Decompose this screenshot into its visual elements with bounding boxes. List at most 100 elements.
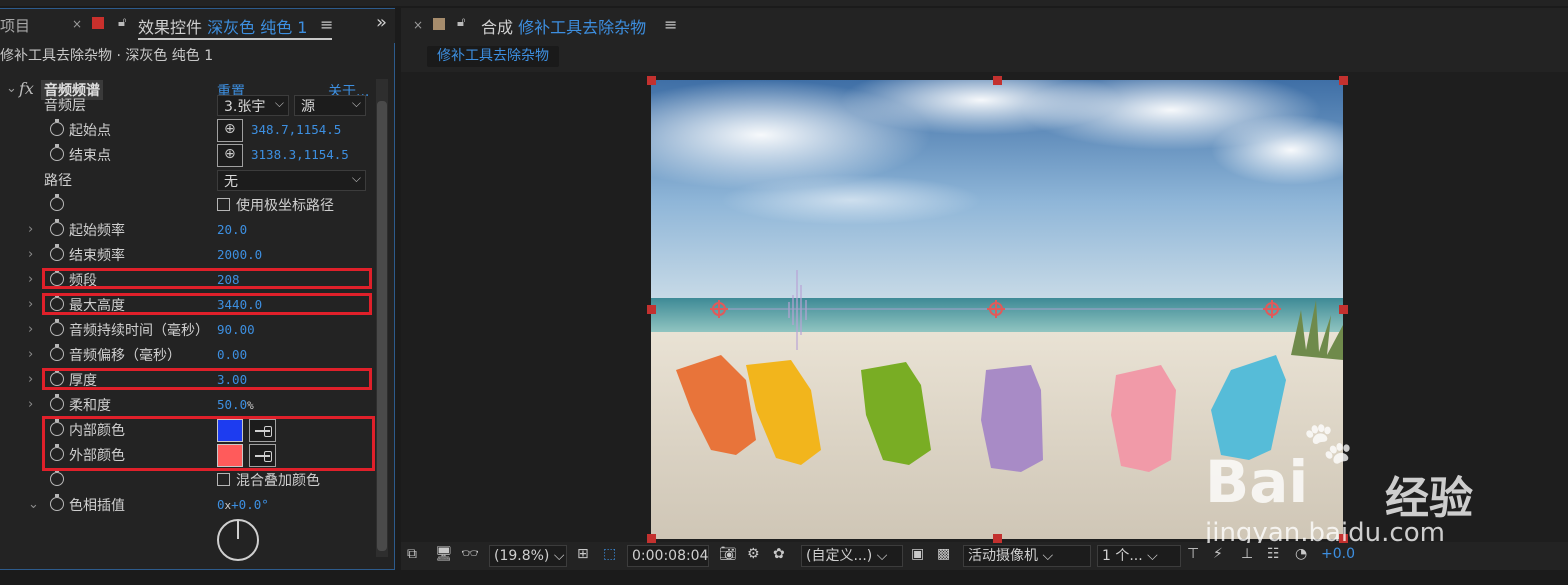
- end-point-value[interactable]: 3138.3,1154.5: [251, 147, 349, 162]
- checkerboard-icon[interactable]: ▩: [937, 546, 950, 562]
- lock-icon[interactable]: 🔓︎: [118, 15, 126, 30]
- chevron-right-icon[interactable]: ›: [28, 397, 33, 412]
- tab-effect-controls[interactable]: 效果控件 深灰色 纯色 1: [138, 14, 307, 38]
- chevron-right-icon[interactable]: ›: [28, 322, 33, 337]
- show-snapshot-icon[interactable]: ⚙︎: [747, 546, 760, 562]
- bottom-strip: [0, 571, 1568, 585]
- audio-layer-dropdown[interactable]: 3.张宇 ⌵: [217, 95, 289, 116]
- stopwatch-icon[interactable]: [50, 219, 64, 236]
- prop-end-point: 结束点 3138.3,1154.5: [0, 143, 372, 168]
- chevron-down-icon: ⌵: [351, 96, 361, 110]
- views-dropdown[interactable]: 1 个... ⌵: [1097, 545, 1181, 567]
- prop-label: 色相插值: [69, 498, 125, 514]
- audio-source-dropdown[interactable]: 源 ⌵: [294, 95, 366, 116]
- transform-handle[interactable]: [1339, 305, 1348, 314]
- stopwatch-icon[interactable]: [50, 469, 64, 486]
- prop-path: 路径 无 ⌵: [0, 168, 372, 193]
- crosshair-icon[interactable]: [217, 144, 243, 167]
- hue-interp-field[interactable]: 0x+0.0°: [217, 497, 269, 512]
- viewer-toolbar: ⧉ 🖥︎ 👓︎ (19.8%) ⌵ ⊞ ⬚ 0:00:08:04 📷︎ ⚙︎ ✿…: [401, 543, 1568, 570]
- close-icon[interactable]: ×: [72, 17, 82, 31]
- resolution-dropdown[interactable]: (自定义...) ⌵: [801, 545, 903, 567]
- monitor-icon[interactable]: 🖥︎: [435, 546, 453, 562]
- path-dropdown[interactable]: 无 ⌵: [217, 170, 366, 191]
- stopwatch-icon[interactable]: [50, 319, 64, 336]
- always-preview-icon[interactable]: ⧉: [407, 546, 417, 562]
- camera-value: 活动摄像机: [968, 548, 1038, 564]
- anchor-point-crosshair-icon[interactable]: [987, 300, 1005, 318]
- audio-offset-value[interactable]: 0.00: [217, 347, 247, 362]
- chevron-right-icon[interactable]: ›: [28, 297, 33, 312]
- region-of-interest-icon[interactable]: ▣: [911, 546, 924, 562]
- polar-label: 使用极坐标路径: [236, 198, 334, 214]
- highlight-box: [42, 416, 375, 471]
- end-freq-value[interactable]: 2000.0: [217, 247, 262, 262]
- timecode-field[interactable]: 0:00:08:04: [627, 545, 709, 567]
- grid-icon[interactable]: ⊞: [577, 546, 589, 562]
- end-point-crosshair-icon[interactable]: [1263, 300, 1281, 318]
- transform-handle[interactable]: [1339, 76, 1348, 85]
- transform-handle[interactable]: [647, 305, 656, 314]
- chevron-right-icon[interactable]: ›: [28, 272, 33, 287]
- color-channels-icon[interactable]: ✿: [773, 546, 785, 562]
- transparency-grid-icon[interactable]: ⬚: [603, 546, 616, 562]
- blend-checkbox[interactable]: [217, 473, 230, 486]
- mask-visibility-icon[interactable]: 👓︎: [461, 546, 479, 562]
- hue-degrees: +0.0°: [231, 497, 269, 512]
- zoom-dropdown[interactable]: (19.8%) ⌵: [489, 545, 567, 567]
- expand-panels-icon[interactable]: »: [376, 12, 387, 33]
- chevron-right-icon[interactable]: ›: [28, 247, 33, 262]
- stopwatch-icon[interactable]: [50, 394, 64, 411]
- panel-menu-icon[interactable]: ≡: [320, 15, 333, 34]
- start-freq-value[interactable]: 20.0: [217, 222, 247, 237]
- watermark-brand: Bai: [1205, 448, 1309, 516]
- tab-composition[interactable]: 合成 修补工具去除杂物: [481, 14, 646, 38]
- tab-project[interactable]: 项目: [0, 15, 30, 36]
- close-icon[interactable]: ×: [413, 18, 423, 32]
- scrollbar-thumb[interactable]: [377, 101, 387, 551]
- angle-dial[interactable]: [217, 519, 259, 561]
- polar-checkbox[interactable]: [217, 198, 230, 211]
- stopwatch-icon[interactable]: [50, 344, 64, 361]
- pixel-aspect-icon[interactable]: ⊤: [1187, 546, 1199, 562]
- lock-icon[interactable]: 🔓︎: [457, 15, 465, 30]
- transform-handle[interactable]: [993, 76, 1002, 85]
- paw-logo-icon: 🐾︎: [1300, 419, 1356, 470]
- snapshot-icon[interactable]: 📷︎: [719, 546, 737, 562]
- timeline-icon[interactable]: ⊥: [1241, 546, 1253, 562]
- prop-softness: › 柔和度 50.0%: [0, 393, 372, 418]
- crosshair-icon[interactable]: [217, 119, 243, 142]
- chevron-right-icon[interactable]: ›: [28, 372, 33, 387]
- stopwatch-icon[interactable]: [50, 144, 64, 161]
- chevron-down-icon: ⌵: [351, 171, 361, 185]
- highlight-box: [42, 368, 372, 390]
- chevron-down-icon[interactable]: ⌄: [28, 497, 39, 512]
- prop-audio-offset: › 音频偏移（毫秒） 0.00: [0, 343, 372, 368]
- chevron-right-icon[interactable]: ›: [28, 222, 33, 237]
- start-point-value[interactable]: 348.7,1154.5: [251, 122, 341, 137]
- prop-label: 音频层: [44, 98, 86, 114]
- audio-duration-value[interactable]: 90.00: [217, 322, 255, 337]
- softness-field[interactable]: 50.0%: [217, 397, 254, 412]
- camera-dropdown[interactable]: 活动摄像机 ⌵: [963, 545, 1091, 567]
- chevron-right-icon[interactable]: ›: [28, 347, 33, 362]
- panel-menu-icon[interactable]: ≡: [664, 15, 677, 34]
- stopwatch-icon[interactable]: [50, 194, 64, 211]
- stopwatch-icon[interactable]: [50, 244, 64, 261]
- watermark-suffix: 经验: [1385, 473, 1473, 524]
- transform-handle[interactable]: [647, 76, 656, 85]
- exposure-value[interactable]: +0.0: [1321, 546, 1355, 562]
- chevron-down-icon: ⌵: [274, 96, 284, 110]
- transform-handle[interactable]: [647, 534, 656, 543]
- fast-preview-icon[interactable]: ⚡︎: [1213, 546, 1223, 562]
- transform-handle[interactable]: [993, 534, 1002, 543]
- stopwatch-icon[interactable]: [50, 494, 64, 511]
- effect-controls-panel: 项目 × 🔓︎ 效果控件 深灰色 纯色 1 ≡ » 修补工具去除杂物 · 深灰色…: [0, 8, 395, 570]
- highlight-box: [42, 293, 372, 315]
- start-point-crosshair-icon[interactable]: [710, 300, 728, 318]
- exposure-reset-icon[interactable]: ◔: [1295, 546, 1307, 562]
- top-strip: [0, 0, 1568, 6]
- flowchart-icon[interactable]: ☷: [1267, 546, 1280, 562]
- stopwatch-icon[interactable]: [50, 119, 64, 136]
- comp-breadcrumb[interactable]: 修补工具去除杂物: [427, 46, 559, 67]
